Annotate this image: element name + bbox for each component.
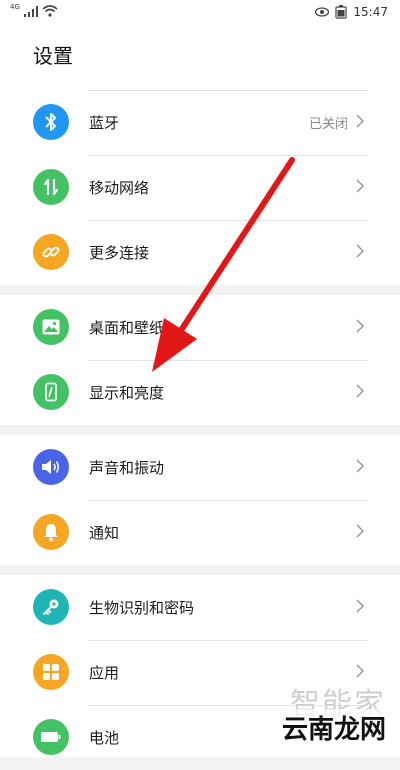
- status-bar: 4G 15:47: [0, 0, 400, 26]
- chevron-right-icon: [356, 244, 365, 258]
- settings-item-label: 应用: [89, 664, 120, 682]
- bluetooth-icon: [33, 104, 69, 140]
- wallpaper-icon: [33, 309, 69, 345]
- settings-item-label: 通知: [89, 524, 120, 542]
- status-left: 4G: [10, 3, 58, 17]
- page-title: 设置: [33, 44, 73, 68]
- key-icon: [33, 589, 69, 625]
- notification-bell-icon: [33, 514, 69, 550]
- settings-item-label: 桌面和壁纸: [89, 319, 165, 337]
- watermark-bottom-text: 云南龙网: [277, 709, 390, 746]
- settings-item-label: 生物识别和密码: [89, 599, 195, 617]
- eye-comfort-icon: [315, 7, 330, 17]
- divider: [88, 220, 368, 221]
- settings-item-notifications[interactable]: 通知: [0, 500, 400, 565]
- settings-group-display: 桌面和壁纸 显示和亮度: [0, 295, 400, 425]
- settings-item-more-connections[interactable]: 更多连接: [0, 220, 400, 285]
- mobile-data-icon: [33, 169, 69, 205]
- wifi-icon: [42, 5, 58, 17]
- link-icon: [33, 234, 69, 270]
- apps-grid-icon: [33, 654, 69, 690]
- chevron-right-icon: [356, 384, 365, 398]
- bluetooth-status-value: 已关闭: [308, 117, 348, 132]
- divider: [88, 640, 368, 641]
- settings-item-label: 更多连接: [89, 244, 150, 262]
- settings-item-label: 电池: [89, 729, 120, 747]
- chevron-right-icon: [356, 114, 365, 128]
- watermark-logo: 智能家 云南龙网: [255, 679, 390, 746]
- display-icon: [33, 374, 69, 410]
- settings-item-mobile-network[interactable]: 移动网络: [0, 155, 400, 220]
- settings-item-wallpaper[interactable]: 桌面和壁纸: [0, 295, 400, 360]
- sound-icon: [33, 449, 69, 485]
- settings-item-sound-vibration[interactable]: 声音和振动: [0, 435, 400, 500]
- page-header: 设置: [0, 26, 400, 90]
- status-right: 15:47: [315, 5, 388, 19]
- divider: [88, 155, 368, 156]
- settings-item-label: 声音和振动: [89, 459, 165, 477]
- chevron-right-icon: [356, 524, 365, 538]
- chevron-right-icon: [356, 599, 365, 613]
- settings-item-biometrics-password[interactable]: 生物识别和密码: [0, 575, 400, 640]
- settings-item-bluetooth[interactable]: 蓝牙 已关闭: [0, 90, 400, 155]
- settings-group-sound: 声音和振动 通知: [0, 435, 400, 565]
- battery-status-icon: [335, 5, 348, 19]
- divider: [88, 500, 368, 501]
- battery-icon: [33, 719, 69, 755]
- chevron-right-icon: [356, 459, 365, 473]
- settings-item-label: 移动网络: [89, 179, 150, 197]
- clock: 15:47: [353, 5, 388, 19]
- divider: [88, 90, 368, 91]
- signal-icon: [23, 5, 38, 17]
- network-type-label: 4G: [10, 3, 20, 11]
- divider: [88, 360, 368, 361]
- settings-item-label: 显示和亮度: [89, 384, 165, 402]
- chevron-right-icon: [356, 664, 365, 678]
- settings-group-connectivity: 蓝牙 已关闭 移动网络 更多连接: [0, 90, 400, 285]
- chevron-right-icon: [356, 319, 365, 333]
- settings-item-display-brightness[interactable]: 显示和亮度: [0, 360, 400, 425]
- settings-item-label: 蓝牙: [89, 114, 120, 132]
- chevron-right-icon: [356, 179, 365, 193]
